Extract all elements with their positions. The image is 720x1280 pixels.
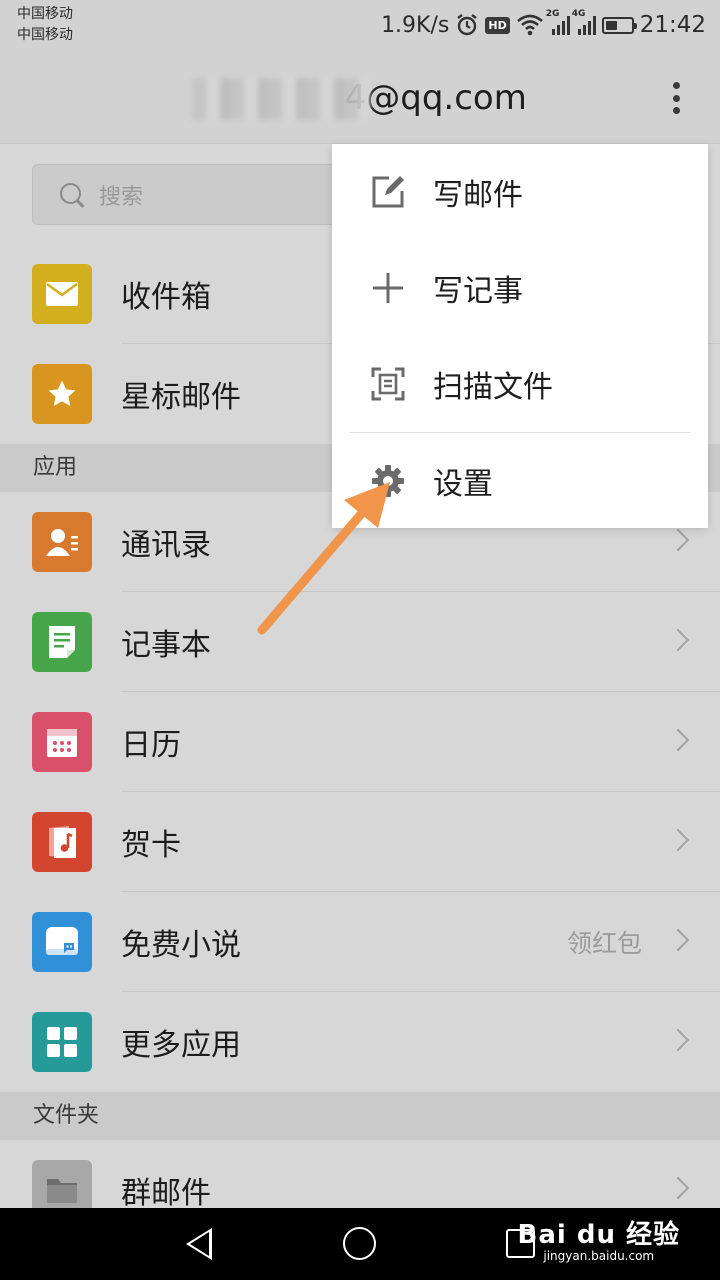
home-icon[interactable]	[343, 1227, 376, 1260]
annotation-arrow	[257, 482, 390, 635]
system-nav-bar: Bai du 经验 jingyan.baidu.com	[0, 1208, 720, 1280]
back-icon[interactable]	[186, 1228, 212, 1260]
baidu-jingyan-watermark: Bai du 经验 jingyan.baidu.com	[517, 1220, 680, 1263]
